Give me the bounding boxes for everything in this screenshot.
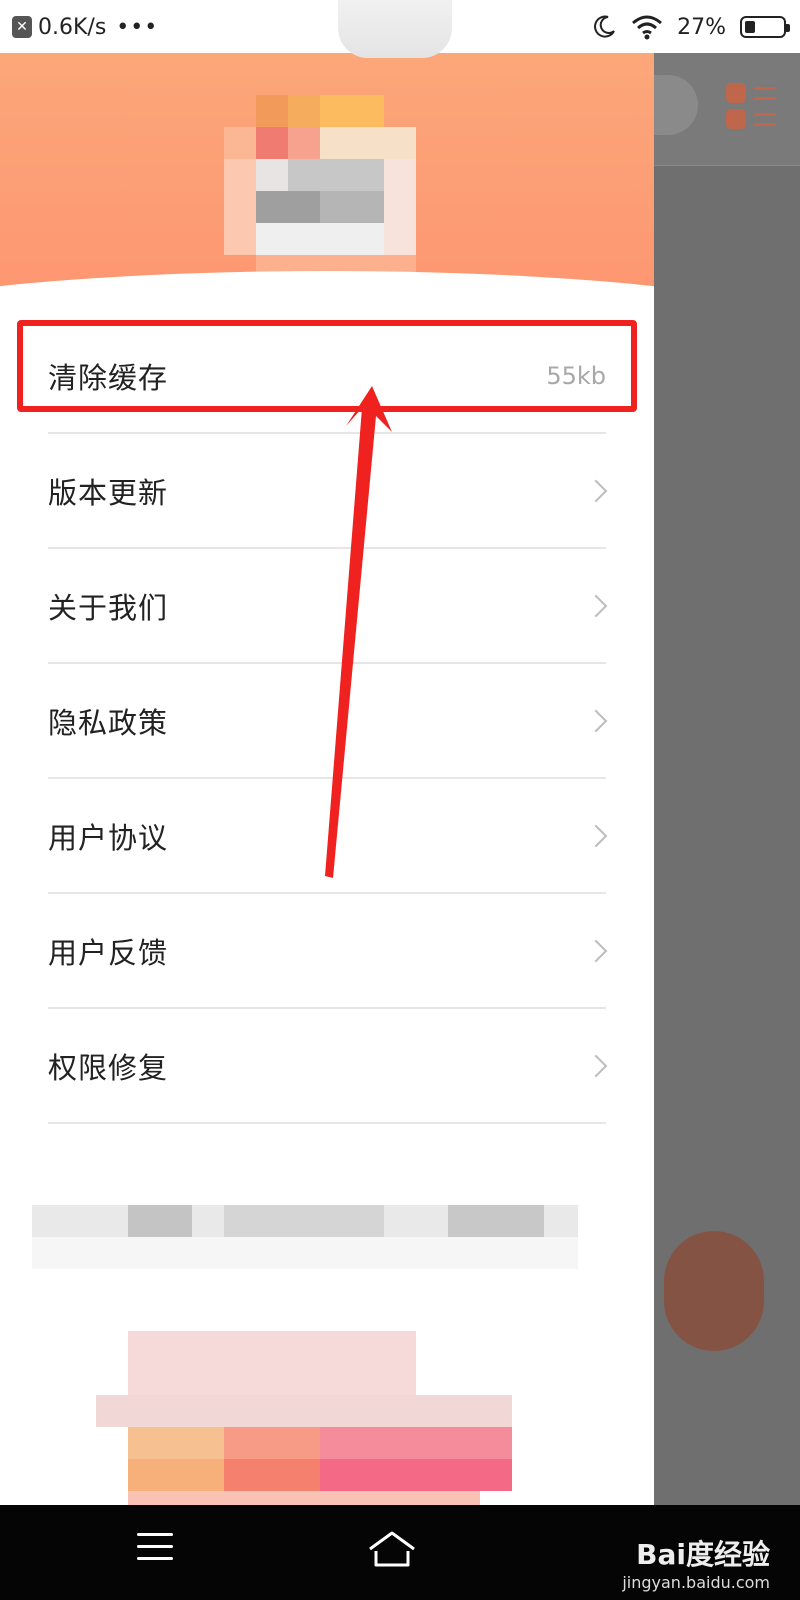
home-icon[interactable] (366, 1527, 418, 1571)
chevron-right-icon (584, 479, 608, 502)
menu-item-label: 用户反馈 (48, 935, 169, 970)
menu-item-label: 隐私政策 (48, 705, 169, 740)
chevron-right-icon (584, 824, 608, 847)
net-speed: 0.6K/s (38, 14, 107, 40)
menu-item-label: 权限修复 (48, 1050, 169, 1085)
menu-item-user-agreement[interactable]: 用户协议 (48, 779, 608, 894)
menu-item-label: 版本更新 (48, 475, 169, 510)
status-bar: ✕ 0.6K/s ••• 27% (0, 0, 800, 58)
chevron-right-icon (584, 594, 608, 617)
background-app-header (654, 53, 800, 166)
background-search-edge (654, 75, 698, 135)
menu-item-label: 清除缓存 (48, 360, 169, 395)
menu-item-user-feedback[interactable]: 用户反馈 (48, 894, 608, 1009)
menu-item-about-us[interactable]: 关于我们 (48, 549, 608, 664)
settings-menu: 清除缓存 55kb 版本更新 关于我们 隐私政策 用户协议 用户反馈 权限修复 (0, 319, 654, 1124)
battery-level (745, 21, 755, 33)
menu-item-label: 用户协议 (48, 820, 169, 855)
drawer-header (0, 53, 654, 411)
pixelated-text-block (32, 1205, 578, 1269)
chevron-right-icon (584, 939, 608, 962)
wifi-icon (632, 15, 663, 40)
baidu-jingyan-logo: Bai度经验 (636, 1538, 770, 1571)
chevron-right-icon (584, 709, 608, 732)
status-right: 27% (591, 10, 790, 44)
watermark-url: jingyan.baidu.com (622, 1573, 770, 1592)
menu-item-label: 关于我们 (48, 590, 169, 625)
menu-item-privacy-policy[interactable]: 隐私政策 (48, 664, 608, 779)
menu-item-version-update[interactable]: 版本更新 (48, 434, 608, 549)
side-drawer: 清除缓存 55kb 版本更新 关于我们 隐私政策 用户协议 用户反馈 权限修复 (0, 53, 654, 1505)
cache-size: 55kb (546, 361, 606, 390)
pixelated-promo-banner (96, 1299, 512, 1505)
menu-item-clear-cache[interactable]: 清除缓存 55kb (48, 319, 606, 434)
grid-list-icon[interactable] (726, 81, 776, 131)
notification-icon: ✕ (12, 16, 32, 38)
menu-item-permission-repair[interactable]: 权限修复 (48, 1009, 608, 1124)
status-left: ✕ 0.6K/s ••• (12, 10, 158, 44)
more-notifications: ••• (116, 14, 159, 40)
battery-percent: 27% (677, 14, 726, 40)
system-nav-bar: Bai度经验 jingyan.baidu.com (0, 1505, 800, 1600)
menu-icon[interactable] (137, 1533, 173, 1563)
background-floating-button (664, 1231, 764, 1351)
moon-icon (594, 15, 615, 38)
camera-notch (338, 0, 452, 58)
battery-icon (740, 16, 790, 38)
background-app-dimmed[interactable] (654, 53, 800, 1505)
chevron-right-icon (584, 1054, 608, 1077)
